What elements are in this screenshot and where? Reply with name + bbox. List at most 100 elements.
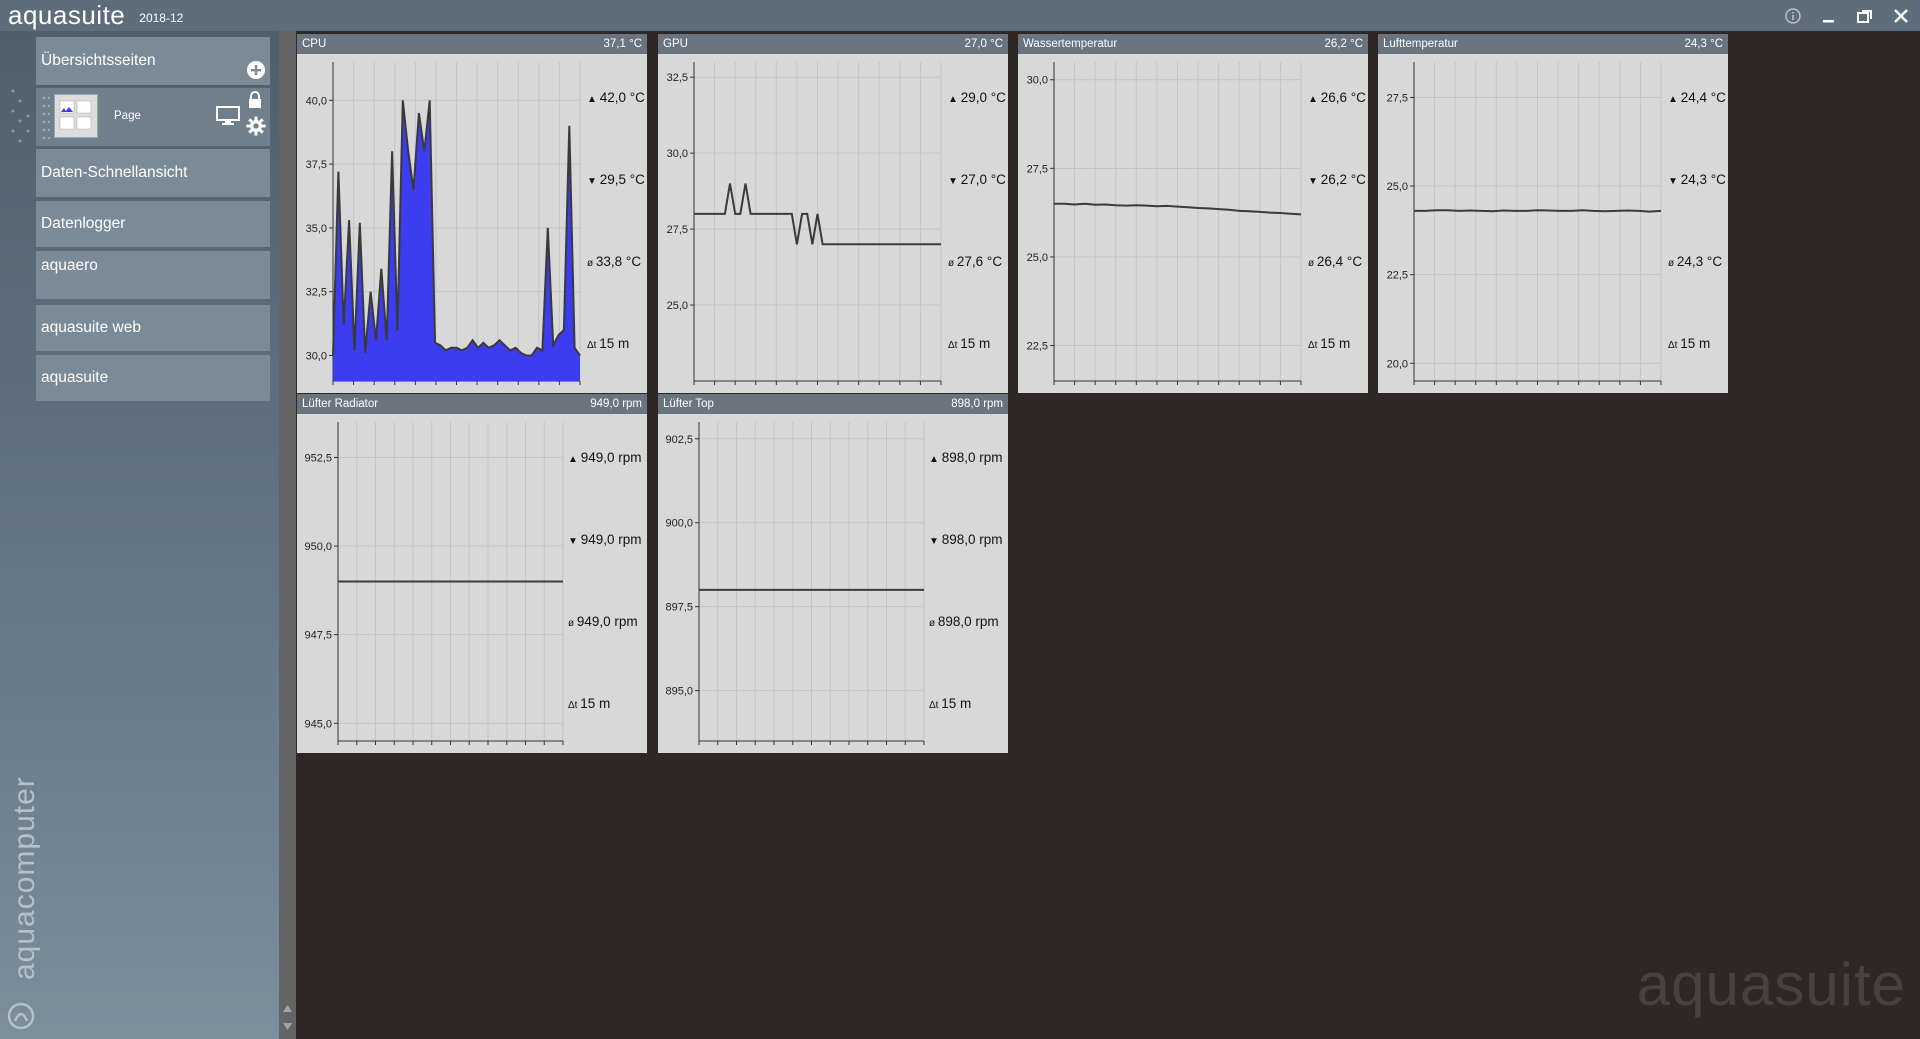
panel-header: Lufttemperatur 24,3 °C (1378, 34, 1728, 54)
max-icon: ▲ (948, 94, 961, 105)
stat-value: 24,3 °C (1680, 172, 1726, 187)
stat-avg: ø 24,3 °C (1668, 254, 1722, 269)
stat-span: Δt 15 m (1668, 336, 1710, 351)
stat-min: ▼ 24,3 °C (1668, 172, 1726, 187)
y-tick-label: 902,5 (665, 434, 693, 446)
y-tick-label: 25,0 (1027, 252, 1048, 264)
y-tick-label: 32,5 (667, 72, 688, 84)
minimize-icon[interactable] (1818, 5, 1840, 27)
panel-title: Lüfter Top (663, 398, 714, 410)
avg-icon: ø (587, 258, 596, 269)
stat-value: 949,0 rpm (580, 450, 642, 465)
y-tick-label: 947,5 (304, 630, 332, 642)
stat-value: 27,6 °C (956, 254, 1003, 269)
panel-header: CPU 37,1 °C (297, 34, 647, 54)
settings-gear-icon[interactable] (246, 116, 266, 136)
stat-avg: ø 33,8 °C (587, 254, 641, 269)
nav-datalogger[interactable]: Datenlogger (36, 201, 270, 247)
info-icon[interactable] (1782, 5, 1804, 27)
stat-max: ▲ 949,0 rpm (568, 450, 641, 465)
min-icon: ▼ (1308, 176, 1321, 187)
stat-span: Δt 15 m (948, 336, 990, 351)
stat-min: ▼ 898,0 rpm (929, 532, 1002, 547)
app-name: aquasuite (8, 0, 126, 30)
stat-avg: ø 898,0 rpm (929, 614, 999, 629)
chart-panel-cpu[interactable]: CPU 37,1 °C 40,0 37,5 35,0 32,5 30,0 ▲ 42,0 °C ▼… (297, 34, 647, 393)
avg-icon: ø (929, 618, 938, 629)
stat-value: 26,2 °C (1320, 172, 1366, 187)
y-tick-label: 37,5 (306, 159, 327, 171)
stat-max: ▲ 24,4 °C (1668, 90, 1726, 105)
page-list-item[interactable]: Page (36, 88, 270, 146)
scroll-arrows-icon[interactable] (282, 1003, 293, 1033)
stat-min: ▼ 29,5 °C (587, 172, 645, 187)
current-value: 37,1 °C (603, 38, 642, 50)
stat-avg: ø 27,6 °C (948, 254, 1002, 269)
y-tick-label: 25,0 (667, 300, 688, 312)
current-value: 24,3 °C (1684, 38, 1723, 50)
min-icon: ▼ (948, 176, 961, 187)
stat-value: 42,0 °C (599, 90, 645, 105)
page-label: Page (114, 110, 141, 122)
title-bar: aquasuite 2018-12 (0, 0, 1920, 31)
monitor-icon[interactable] (216, 106, 240, 126)
stat-value: 15 m (580, 696, 611, 711)
stat-value: 26,4 °C (1316, 254, 1363, 269)
nav-aquasuite-web[interactable]: aquasuite web (36, 305, 270, 351)
panel-title: Lüfter Radiator (302, 398, 379, 410)
grip-dots-icon (11, 89, 30, 143)
span-icon: Δt (929, 700, 942, 711)
stat-value: 24,4 °C (1680, 90, 1726, 105)
min-icon: ▼ (568, 536, 581, 547)
panel-title: CPU (302, 38, 327, 50)
max-icon: ▲ (1668, 94, 1681, 105)
panel-title: GPU (663, 38, 688, 50)
max-icon: ▲ (587, 94, 600, 105)
drag-handle-icon[interactable] (42, 92, 52, 142)
panel-header: Lüfter Radiator 949,0 rpm (297, 394, 647, 414)
y-tick-label: 952,5 (304, 452, 332, 464)
chart-panel-fan_radiator[interactable]: Lüfter Radiator 949,0 rpm 952,5 950,0 947,5 9… (297, 394, 647, 753)
panel-title: Wassertemperatur (1023, 38, 1118, 50)
nav-aquaero[interactable]: aquaero (36, 251, 270, 299)
nav-aquasuite[interactable]: aquasuite (36, 355, 270, 401)
y-tick-label: 40,0 (306, 95, 327, 107)
stat-max: ▲ 42,0 °C (587, 90, 645, 105)
y-tick-label: 950,0 (304, 541, 332, 553)
y-tick-label: 20,0 (1387, 358, 1408, 370)
chart-panel-water[interactable]: Wassertemperatur 26,2 °C 30,0 27,5 25,0 22,5 ▲… (1018, 34, 1368, 393)
stat-span: Δt 15 m (929, 696, 971, 711)
span-icon: Δt (568, 700, 581, 711)
stat-value: 15 m (960, 336, 991, 351)
nav-data-quickview[interactable]: Daten-Schnellansicht (36, 149, 270, 197)
max-icon: ▲ (929, 454, 942, 465)
stat-value: 27,0 °C (960, 172, 1006, 187)
panel-header: Lüfter Top 898,0 rpm (658, 394, 1008, 414)
chart-panel-air[interactable]: Lufttemperatur 24,3 °C 27,5 25,0 22,5 20,0 ▲ 2… (1378, 34, 1728, 393)
stat-value: 898,0 rpm (941, 450, 1003, 465)
page-thumbnail[interactable] (54, 94, 98, 138)
stat-value: 29,0 °C (960, 90, 1006, 105)
stat-value: 15 m (1320, 336, 1351, 351)
app-version: 2018-12 (139, 10, 184, 25)
stat-value: 15 m (599, 336, 630, 351)
add-page-icon[interactable] (246, 60, 266, 80)
stat-min: ▼ 26,2 °C (1308, 172, 1366, 187)
y-tick-label: 900,0 (665, 518, 693, 530)
max-icon: ▲ (1308, 94, 1321, 105)
y-tick-label: 30,0 (306, 350, 327, 362)
close-icon[interactable] (1890, 5, 1912, 27)
stat-value: 33,8 °C (595, 254, 642, 269)
chart-panel-gpu[interactable]: GPU 27,0 °C 32,5 30,0 27,5 25,0 ▲ 29,0 °C ▼ 27,… (658, 34, 1008, 393)
avg-icon: ø (948, 258, 957, 269)
stat-value: 949,0 rpm (576, 614, 638, 629)
lock-icon[interactable] (247, 91, 263, 109)
stat-max: ▲ 29,0 °C (948, 90, 1006, 105)
chart-panel-fan_top[interactable]: Lüfter Top 898,0 rpm 902,5 900,0 897,5 895,0 ▲… (658, 394, 1008, 753)
stat-value: 15 m (1680, 336, 1711, 351)
stat-span: Δt 15 m (568, 696, 610, 711)
restore-icon[interactable] (1854, 5, 1876, 27)
sidebar-scrollbar[interactable] (279, 31, 296, 1039)
nav-overview-pages[interactable]: Übersichtsseiten (36, 37, 270, 85)
current-value: 898,0 rpm (951, 398, 1003, 410)
